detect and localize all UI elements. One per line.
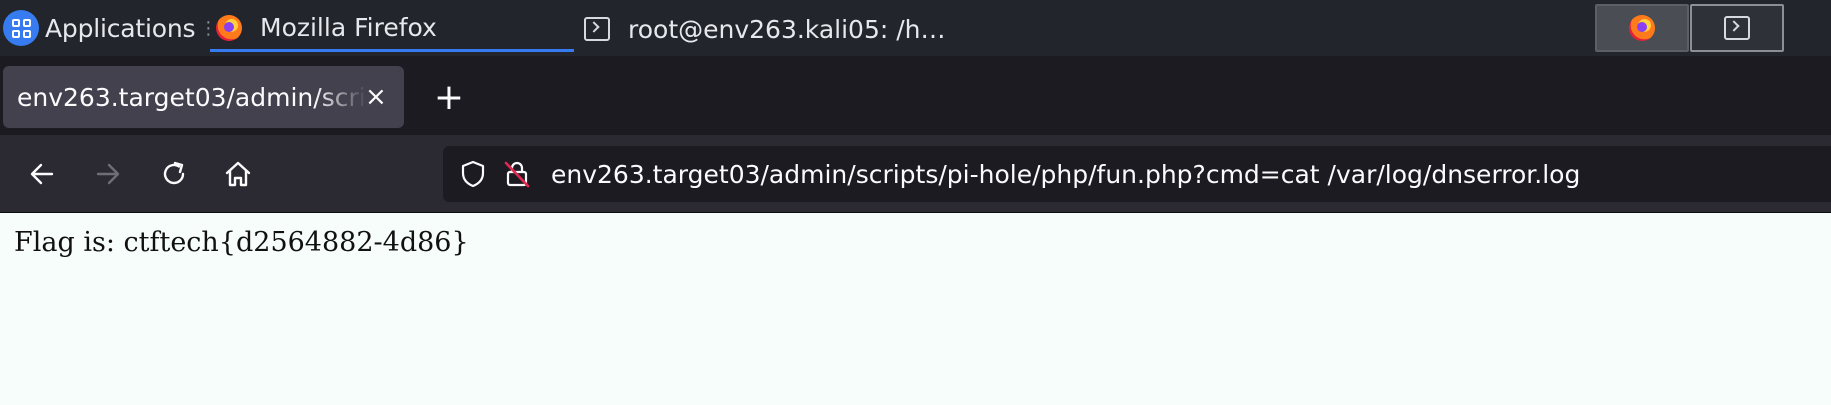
taskbar-item-firefox[interactable]: Mozilla Firefox — [210, 6, 574, 52]
applications-label: Applications — [45, 13, 196, 43]
forward-button[interactable] — [84, 150, 132, 198]
desktop-panel: Applications ⋮ Mozilla Firefox root@env2… — [0, 0, 1831, 57]
home-icon — [225, 161, 251, 187]
forward-arrow-icon — [96, 163, 120, 185]
new-tab-button[interactable]: + — [425, 73, 473, 121]
url-text[interactable]: env263.target03/admin/scripts/pi-hole/ph… — [551, 160, 1580, 189]
workspace-button-firefox[interactable] — [1595, 4, 1689, 52]
navigation-toolbar: env263.target03/admin/scripts/pi-hole/ph… — [0, 135, 1831, 213]
tab-title: env263.target03/admin/scripts/pi-hole/ph… — [17, 82, 367, 112]
applications-grid-icon — [3, 10, 39, 46]
workspace-button-terminal[interactable] — [1690, 4, 1784, 52]
back-arrow-icon — [30, 163, 54, 185]
firefox-icon — [216, 14, 242, 41]
taskbar-item-label: root@env263.kali05: /h… — [628, 14, 946, 44]
tracking-protection-shield-icon[interactable] — [451, 159, 495, 189]
insecure-lock-icon[interactable] — [495, 159, 539, 189]
taskbar-item-label: Mozilla Firefox — [260, 13, 437, 42]
page-content: Flag is: ctftech{d2564882-4d86} — [0, 213, 1831, 405]
reload-button[interactable] — [150, 150, 198, 198]
browser-tab-strip: env263.target03/admin/scripts/pi-hole/ph… — [0, 57, 1831, 135]
applications-menu-button[interactable]: Applications ⋮ — [0, 6, 217, 50]
tab-close-icon[interactable]: × — [365, 82, 387, 112]
terminal-icon — [584, 17, 610, 41]
reload-icon — [163, 161, 185, 185]
flag-text: Flag is: ctftech{d2564882-4d86} — [14, 227, 469, 258]
taskbar-item-terminal[interactable]: root@env263.kali05: /h… — [578, 6, 1048, 52]
home-button[interactable] — [214, 150, 262, 198]
url-bar[interactable]: env263.target03/admin/scripts/pi-hole/ph… — [443, 146, 1831, 202]
browser-tab[interactable]: env263.target03/admin/scripts/pi-hole/ph… — [3, 66, 404, 128]
firefox-icon — [1629, 15, 1655, 41]
terminal-icon — [1724, 16, 1750, 40]
back-button[interactable] — [18, 150, 66, 198]
